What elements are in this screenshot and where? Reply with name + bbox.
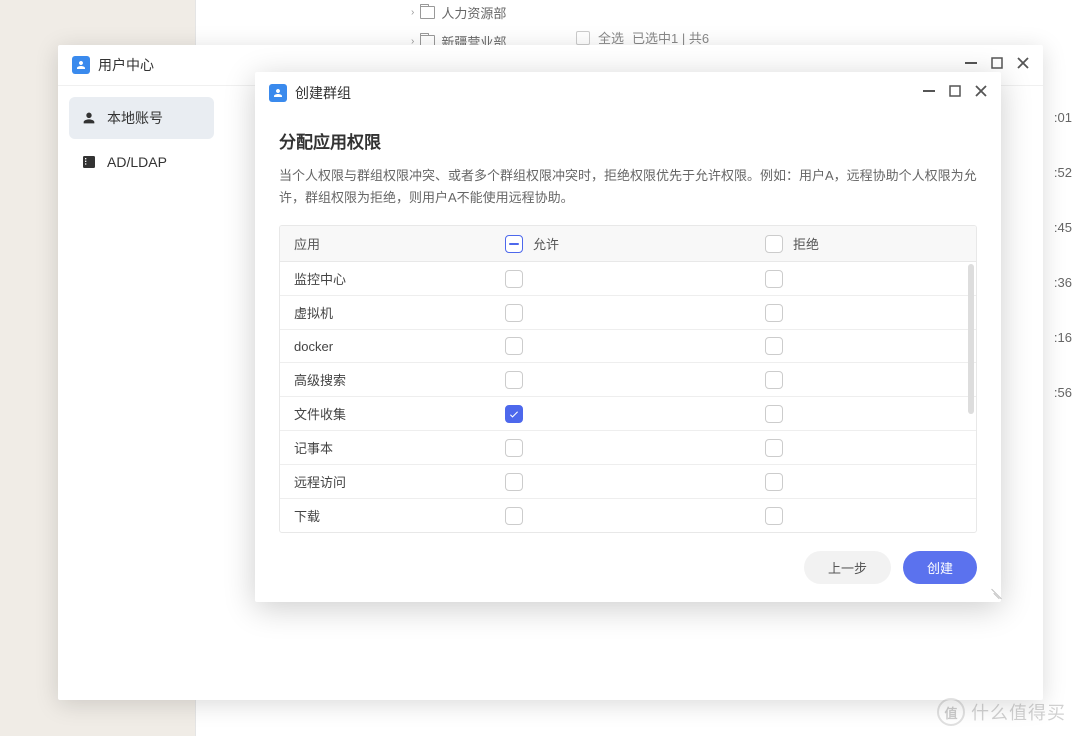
create-button[interactable]: 创建 <box>903 551 977 584</box>
sidebar: 本地账号 AD/LDAP <box>58 86 225 700</box>
select-all-checkbox[interactable] <box>576 31 590 45</box>
page-heading: 分配应用权限 <box>279 128 977 153</box>
address-book-icon <box>81 154 97 170</box>
permission-table: 应用 允许 拒绝 监控中心虚拟机docker高级搜索文件收集记事本远程访问下载极… <box>279 225 977 533</box>
table-row: 记事本 <box>280 431 976 465</box>
user-icon <box>269 84 287 102</box>
close-button[interactable] <box>975 84 987 102</box>
deny-all-checkbox[interactable] <box>765 235 783 253</box>
app-name: 远程访问 <box>280 472 505 491</box>
allow-checkbox[interactable] <box>505 270 523 288</box>
sidebar-item-label: AD/LDAP <box>107 154 167 170</box>
maximize-button[interactable] <box>949 84 961 102</box>
table-row: 下载 <box>280 499 976 532</box>
tree-folder[interactable]: › 人力资源部 <box>411 0 506 25</box>
deny-checkbox[interactable] <box>765 473 783 491</box>
table-row: 虚拟机 <box>280 296 976 330</box>
allow-checkbox[interactable] <box>505 405 523 423</box>
app-name: 高级搜索 <box>280 370 505 389</box>
deny-checkbox[interactable] <box>765 439 783 457</box>
app-name: 下载 <box>280 506 505 525</box>
deny-checkbox[interactable] <box>765 270 783 288</box>
app-name: 文件收集 <box>280 404 505 423</box>
allow-checkbox[interactable] <box>505 304 523 322</box>
allow-checkbox[interactable] <box>505 507 523 525</box>
deny-checkbox[interactable] <box>765 507 783 525</box>
scrollbar[interactable] <box>968 264 974 414</box>
deny-checkbox[interactable] <box>765 405 783 423</box>
deny-checkbox[interactable] <box>765 304 783 322</box>
table-row: docker <box>280 330 976 363</box>
chevron-right-icon: › <box>411 7 414 18</box>
titlebar: 创建群组 <box>255 72 1001 114</box>
app-name: docker <box>280 339 505 354</box>
create-group-window: 创建群组 分配应用权限 当个人权限与群组权限冲突、或者多个群组权限冲突时，拒绝权… <box>255 72 1001 602</box>
allow-all-checkbox[interactable] <box>505 235 523 253</box>
sidebar-item-local-account[interactable]: 本地账号 <box>69 97 214 139</box>
folder-icon <box>420 6 435 19</box>
watermark-logo: 值 <box>937 698 965 726</box>
watermark-text: 什么值得买 <box>971 699 1066 725</box>
allow-checkbox[interactable] <box>505 371 523 389</box>
column-header-app: 应用 <box>280 234 505 253</box>
window-title: 创建群组 <box>295 83 351 103</box>
app-name: 虚拟机 <box>280 303 505 322</box>
column-header-deny: 拒绝 <box>793 234 819 253</box>
table-row: 高级搜索 <box>280 363 976 397</box>
sidebar-item-ad-ldap[interactable]: AD/LDAP <box>69 143 214 181</box>
close-button[interactable] <box>1017 56 1029 74</box>
allow-checkbox[interactable] <box>505 337 523 355</box>
app-name: 记事本 <box>280 438 505 457</box>
user-icon <box>81 110 97 126</box>
time-column: :01 :52 :45 :36 :16 :56 <box>1054 110 1072 400</box>
app-name: 监控中心 <box>280 269 505 288</box>
table-row: 远程访问 <box>280 465 976 499</box>
sidebar-item-label: 本地账号 <box>107 108 163 128</box>
column-header-allow: 允许 <box>533 234 559 253</box>
window-title: 用户中心 <box>98 55 154 75</box>
allow-checkbox[interactable] <box>505 439 523 457</box>
minimize-button[interactable] <box>923 84 935 102</box>
deny-checkbox[interactable] <box>765 371 783 389</box>
deny-checkbox[interactable] <box>765 337 783 355</box>
user-icon <box>72 56 90 74</box>
resize-handle-icon[interactable] <box>984 585 998 599</box>
table-row: 监控中心 <box>280 262 976 296</box>
previous-button[interactable]: 上一步 <box>804 551 891 584</box>
allow-checkbox[interactable] <box>505 473 523 491</box>
table-row: 文件收集 <box>280 397 976 431</box>
page-description: 当个人权限与群组权限冲突、或者多个群组权限冲突时，拒绝权限优先于允许权限。例如：… <box>279 165 977 209</box>
watermark: 值 什么值得买 <box>937 698 1066 726</box>
folder-label: 人力资源部 <box>441 3 506 22</box>
